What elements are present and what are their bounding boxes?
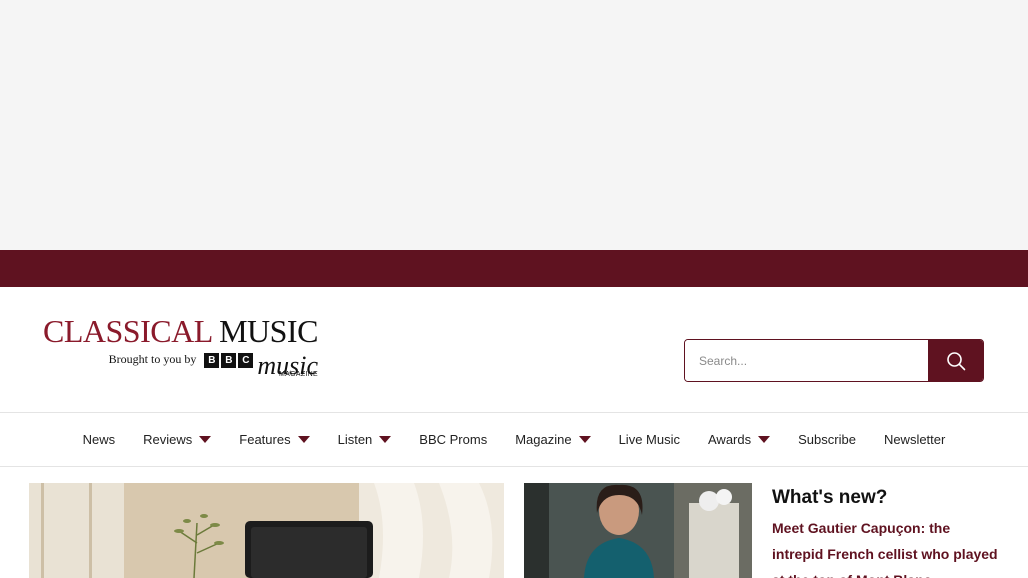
bbc-block: B: [221, 353, 237, 368]
hero-image[interactable]: [29, 483, 504, 578]
nav-item-label: Reviews: [143, 432, 193, 447]
nav-item-newsletter[interactable]: Newsletter: [884, 432, 945, 447]
logo-title-classical: CLASSICAL: [43, 313, 212, 349]
nav-item-label: Live Music: [618, 432, 680, 447]
caret-down-icon: [758, 436, 771, 443]
caret-down-icon: [199, 436, 212, 443]
featured-story-image[interactable]: [524, 483, 752, 578]
caret-down-icon: [297, 436, 310, 443]
nav-item-features[interactable]: Features: [239, 432, 310, 447]
logo-magazine-word: MAGAZINE: [279, 371, 318, 378]
bbc-blocks-logo: B B C: [204, 353, 254, 368]
logo-tagline: Brought to you by: [108, 352, 197, 366]
ad-space: [0, 0, 1028, 250]
featured-story-title-link[interactable]: Meet Gautier Capuçon: the intrepid Frenc…: [772, 515, 1002, 578]
hero-image-art: [29, 483, 504, 578]
nav-item-label: BBC Proms: [419, 432, 488, 447]
site-header: CLASSICAL MUSIC Brought to you by B B C …: [0, 287, 1028, 413]
logo-music-magazine: music MAGAZINE: [257, 353, 318, 379]
logo-title: CLASSICAL MUSIC: [43, 314, 318, 348]
top-brand-band: [0, 250, 1028, 287]
nav-item-magazine[interactable]: Magazine: [515, 432, 591, 447]
nav-item-label: Listen: [337, 432, 373, 447]
nav-item-listen[interactable]: Listen: [338, 432, 392, 447]
nav-item-label: Newsletter: [883, 432, 946, 447]
logo-subline: Brought to you by B B C music MAGAZINE: [43, 352, 318, 379]
caret-down-icon: [379, 436, 392, 443]
nav-item-label: Magazine: [515, 432, 572, 447]
logo-title-music: MUSIC: [219, 313, 318, 349]
search-icon: [946, 351, 965, 370]
main-nav: News Reviews Features Listen BBC Proms M…: [0, 413, 1028, 467]
nav-item-label: News: [82, 432, 116, 447]
nav-item-label: Features: [239, 432, 291, 447]
caret-down-icon: [578, 436, 591, 443]
bbc-block: C: [238, 353, 254, 368]
content-area: What's new? Meet Gautier Capuçon: the in…: [0, 467, 1028, 578]
search-input[interactable]: [685, 340, 928, 381]
nav-item-label: Awards: [708, 432, 752, 447]
search-button[interactable]: [928, 340, 983, 381]
nav-item-bbc-proms[interactable]: BBC Proms: [419, 432, 487, 447]
search-form: [684, 339, 984, 382]
nav-item-label: Subscribe: [798, 432, 856, 447]
nav-item-reviews[interactable]: Reviews: [143, 432, 212, 447]
nav-item-news[interactable]: News: [83, 432, 116, 447]
featured-story-image-art: [524, 483, 752, 578]
nav-item-subscribe[interactable]: Subscribe: [798, 432, 856, 447]
bbc-block: B: [204, 353, 220, 368]
nav-item-live-music[interactable]: Live Music: [619, 432, 680, 447]
nav-item-awards[interactable]: Awards: [708, 432, 771, 447]
site-logo[interactable]: CLASSICAL MUSIC Brought to you by B B C …: [43, 314, 318, 384]
whats-new-heading: What's new?: [772, 487, 888, 508]
